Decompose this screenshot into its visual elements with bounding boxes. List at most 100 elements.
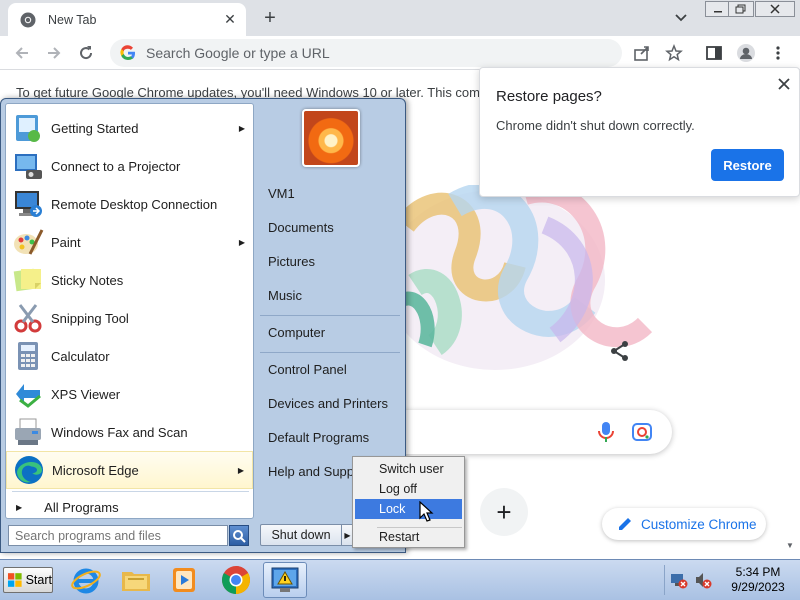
google-lens-icon[interactable]	[631, 421, 653, 443]
bubble-close-icon[interactable]	[776, 76, 792, 92]
place-default-programs[interactable]: Default Programs	[260, 423, 400, 453]
tab-title: New Tab	[48, 12, 97, 27]
start-search-button[interactable]	[229, 525, 249, 546]
taskbar: Start 5:34 PM 9/29/2023	[0, 559, 800, 600]
side-panel-icon	[706, 46, 722, 60]
shut-down-label: Shut down	[271, 528, 331, 542]
star-icon	[665, 44, 683, 62]
start-button[interactable]: Start	[3, 567, 53, 593]
taskbar-media-player[interactable]	[162, 562, 206, 598]
forward-button[interactable]	[42, 41, 66, 65]
start-menu: Getting Started ▶ Connect to a Projector…	[0, 98, 406, 553]
chrome-menu-button[interactable]	[766, 41, 790, 65]
all-programs-arrow-icon: ▶	[16, 502, 23, 512]
places-divider	[260, 315, 400, 316]
restore-window-button[interactable]	[728, 1, 754, 17]
place-control-panel[interactable]: Control Panel	[260, 355, 400, 385]
place-music[interactable]: Music	[260, 281, 400, 311]
snipping-tool-icon	[14, 304, 42, 333]
voice-search-icon[interactable]	[597, 421, 615, 443]
program-getting-started[interactable]: Getting Started ▶	[6, 109, 253, 147]
back-arrow-icon	[15, 47, 28, 59]
shut-down-button[interactable]: Shut down	[260, 524, 342, 546]
program-label: Calculator	[51, 348, 110, 364]
volume-muted-icon[interactable]	[694, 571, 712, 589]
restore-button[interactable]: Restore	[711, 149, 784, 181]
edge-icon	[15, 456, 43, 484]
share-page-button[interactable]	[630, 41, 654, 65]
plus-icon: +	[496, 496, 512, 527]
network-error-icon[interactable]	[670, 571, 688, 589]
browser-toolbar	[0, 36, 800, 70]
place-pictures[interactable]: Pictures	[260, 247, 400, 277]
reload-button[interactable]	[74, 41, 98, 65]
program-label: Sticky Notes	[51, 272, 124, 288]
clock[interactable]: 5:34 PM 9/29/2023	[720, 565, 796, 595]
reload-icon	[80, 46, 93, 60]
shut-down-options-menu: Switch user Log off Lock Restart	[352, 456, 465, 548]
add-shortcut-button[interactable]: +	[480, 488, 528, 536]
menu-item-switch-user[interactable]: Switch user	[355, 459, 462, 479]
place-computer[interactable]: Computer	[260, 318, 400, 348]
program-paint[interactable]: Paint ▶	[6, 223, 253, 261]
program-label: Snipping Tool	[51, 310, 129, 326]
back-button[interactable]	[10, 41, 34, 65]
taskbar-internet-explorer[interactable]	[64, 562, 108, 598]
new-tab-button[interactable]: +	[258, 6, 282, 30]
place-user-folder[interactable]: VM1	[260, 179, 400, 209]
all-programs-button[interactable]: ▶ All Programs	[6, 496, 253, 518]
profile-button[interactable]	[734, 41, 758, 65]
submenu-arrow-icon: ▶	[238, 123, 245, 133]
doodle-share-icon[interactable]	[608, 339, 632, 363]
program-connect-projector[interactable]: Connect to a Projector	[6, 147, 253, 185]
taskbar-chrome[interactable]	[214, 562, 258, 598]
omnibox-input[interactable]	[146, 45, 546, 61]
start-search-input[interactable]	[8, 525, 228, 546]
menu-item-lock[interactable]: Lock	[355, 499, 462, 519]
start-menu-programs-pane: Getting Started ▶ Connect to a Projector…	[5, 103, 254, 519]
program-remote-desktop[interactable]: Remote Desktop Connection	[6, 185, 253, 223]
scroll-down-arrow-icon[interactable]: ▼	[786, 541, 794, 550]
program-xps-viewer[interactable]: XPS Viewer	[6, 375, 253, 413]
address-bar[interactable]	[110, 39, 622, 67]
menu-item-log-off[interactable]: Log off	[355, 479, 462, 499]
windows-logo-icon	[7, 573, 22, 587]
bookmark-button[interactable]	[662, 41, 686, 65]
program-snipping-tool[interactable]: Snipping Tool	[6, 299, 253, 337]
program-calculator[interactable]: Calculator	[6, 337, 253, 375]
program-microsoft-edge[interactable]: Microsoft Edge ▶	[6, 451, 253, 489]
forward-arrow-icon	[48, 47, 61, 59]
taskbar-action-center[interactable]	[263, 562, 307, 598]
remote-desktop-icon	[15, 191, 42, 217]
customize-chrome-button[interactable]: Customize Chrome	[602, 508, 766, 540]
program-label: Remote Desktop Connection	[51, 196, 218, 212]
taskbar-file-explorer[interactable]	[114, 562, 158, 598]
ntp-search-box[interactable]	[385, 410, 672, 454]
side-panel-button[interactable]	[702, 41, 726, 65]
xps-viewer-icon	[16, 384, 41, 408]
getting-started-icon	[16, 115, 40, 142]
program-fax-scan[interactable]: Windows Fax and Scan	[6, 413, 253, 451]
file-explorer-icon	[122, 572, 150, 591]
google-g-icon	[120, 45, 135, 60]
tab-new-tab[interactable]: New Tab ✕	[8, 3, 246, 36]
place-documents[interactable]: Documents	[260, 213, 400, 243]
sticky-notes-icon	[13, 268, 41, 292]
tray-divider	[664, 565, 665, 595]
fax-scan-icon	[15, 418, 41, 445]
program-label: XPS Viewer	[51, 386, 121, 402]
menu-item-restart[interactable]: Restart	[355, 527, 462, 547]
media-player-icon	[173, 568, 195, 592]
restore-message: Chrome didn't shut down correctly.	[496, 118, 695, 133]
place-devices-printers[interactable]: Devices and Printers	[260, 389, 400, 419]
close-window-button[interactable]	[755, 1, 795, 17]
program-sticky-notes[interactable]: Sticky Notes	[6, 261, 253, 299]
submenu-arrow-icon: ▶	[238, 237, 245, 247]
internet-explorer-icon	[71, 568, 101, 594]
tab-close-icon[interactable]: ✕	[220, 10, 240, 30]
user-picture-avatar[interactable]	[302, 109, 360, 167]
submenu-arrow-icon: ▶	[237, 465, 244, 475]
tab-search-chevron-icon[interactable]	[672, 8, 690, 26]
clock-time: 5:34 PM	[735, 565, 781, 579]
restore-title: Restore pages?	[496, 88, 602, 105]
